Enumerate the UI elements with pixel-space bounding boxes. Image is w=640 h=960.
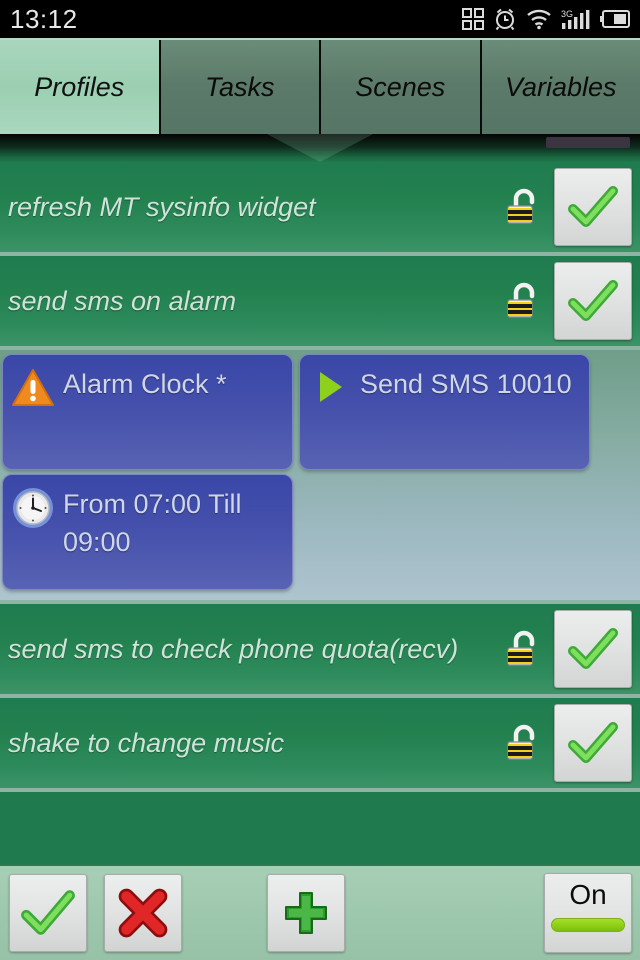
tab-bar: Profiles Tasks Scenes Variables <box>0 38 640 134</box>
profile-name: send sms on alarm <box>8 285 237 316</box>
apps-grid-icon <box>462 8 484 30</box>
profile-enable-toggle[interactable] <box>554 262 632 340</box>
context-label: From 07:00 Till 09:00 <box>63 489 242 557</box>
detail-card-row-1: Alarm Clock * Send SMS 10010 <box>0 354 640 474</box>
red-x-icon <box>118 888 168 938</box>
profile-name: send sms to check phone quota(recv) <box>8 633 459 664</box>
tab-scenes[interactable]: Scenes <box>321 40 482 134</box>
profile-enable-toggle[interactable] <box>554 704 632 782</box>
unlocked-padlock-icon[interactable] <box>502 721 546 765</box>
green-play-icon <box>320 372 342 402</box>
profile-detail-panel: Alarm Clock * Send SMS 10010 From 07:00 … <box>0 350 640 604</box>
toggle-indicator-bar <box>551 918 625 932</box>
svg-text:3G: 3G <box>561 9 573 19</box>
green-check-icon <box>568 722 618 763</box>
profile-enable-toggle[interactable] <box>554 168 632 246</box>
green-check-icon <box>568 280 618 321</box>
master-enable-toggle[interactable]: On <box>544 873 632 953</box>
profile-list[interactable]: refresh MT sysinfo widget send sms on al… <box>0 134 640 864</box>
profile-name: shake to change music <box>8 727 285 758</box>
battery-icon <box>600 10 630 28</box>
context-card-time-range[interactable]: From 07:00 Till 09:00 <box>2 474 293 590</box>
profile-enable-toggle[interactable] <box>554 610 632 688</box>
add-profile-button[interactable] <box>267 874 345 952</box>
green-check-icon <box>568 186 618 227</box>
alarm-clock-icon <box>495 8 515 31</box>
status-clock: 13:12 <box>10 3 78 34</box>
tab-scenes-label: Scenes <box>355 71 446 102</box>
context-card-alarm-clock[interactable]: Alarm Clock * <box>2 354 293 470</box>
tab-tasks[interactable]: Tasks <box>160 40 321 134</box>
clock-icon <box>13 488 53 528</box>
bottom-toolbar: On <box>0 864 640 960</box>
green-check-icon <box>568 628 618 669</box>
partial-row-above <box>546 137 630 148</box>
cancel-button[interactable] <box>104 874 182 952</box>
status-icon-tray: 3G <box>462 7 630 31</box>
warning-triangle-icon <box>12 369 54 406</box>
unlocked-padlock-icon[interactable] <box>502 627 546 671</box>
detail-card-row-2: From 07:00 Till 09:00 <box>0 474 640 594</box>
tab-variables-label: Variables <box>504 71 617 102</box>
toggle-label: On <box>569 879 607 910</box>
profile-row-send-sms-on-alarm[interactable]: send sms on alarm <box>0 256 640 350</box>
green-check-icon <box>21 890 75 935</box>
profile-row-refresh-mt-sysinfo-widget[interactable]: refresh MT sysinfo widget <box>0 162 640 256</box>
tab-tasks-label: Tasks <box>204 71 275 102</box>
task-card-send-sms[interactable]: Send SMS 10010 <box>299 354 590 470</box>
profile-row-send-sms-to-check-phone-quota[interactable]: send sms to check phone quota(recv) <box>0 604 640 698</box>
status-bar: 13:12 3G <box>0 0 640 38</box>
app-root: 13:12 3G Profiles Tasks Scenes Variables… <box>0 0 640 960</box>
wifi-icon <box>527 9 551 30</box>
unlocked-padlock-icon[interactable] <box>502 279 546 323</box>
signal-3g-icon: 3G <box>561 9 590 29</box>
unlocked-padlock-icon[interactable] <box>502 185 546 229</box>
profile-name: refresh MT sysinfo widget <box>8 191 316 222</box>
tab-profiles-label: Profiles <box>34 71 125 102</box>
profile-row-shake-to-change-music[interactable]: shake to change music <box>0 698 640 792</box>
tab-variables[interactable]: Variables <box>481 40 640 134</box>
apply-button[interactable] <box>9 874 87 952</box>
detail-empty-slot <box>299 474 590 590</box>
green-plus-icon <box>285 892 327 934</box>
list-scroll-shadow <box>0 134 640 162</box>
overscroll-chevron <box>210 134 430 162</box>
task-label: Send SMS 10010 <box>360 369 572 399</box>
tab-profiles[interactable]: Profiles <box>0 40 161 134</box>
context-label: Alarm Clock * <box>63 369 227 399</box>
